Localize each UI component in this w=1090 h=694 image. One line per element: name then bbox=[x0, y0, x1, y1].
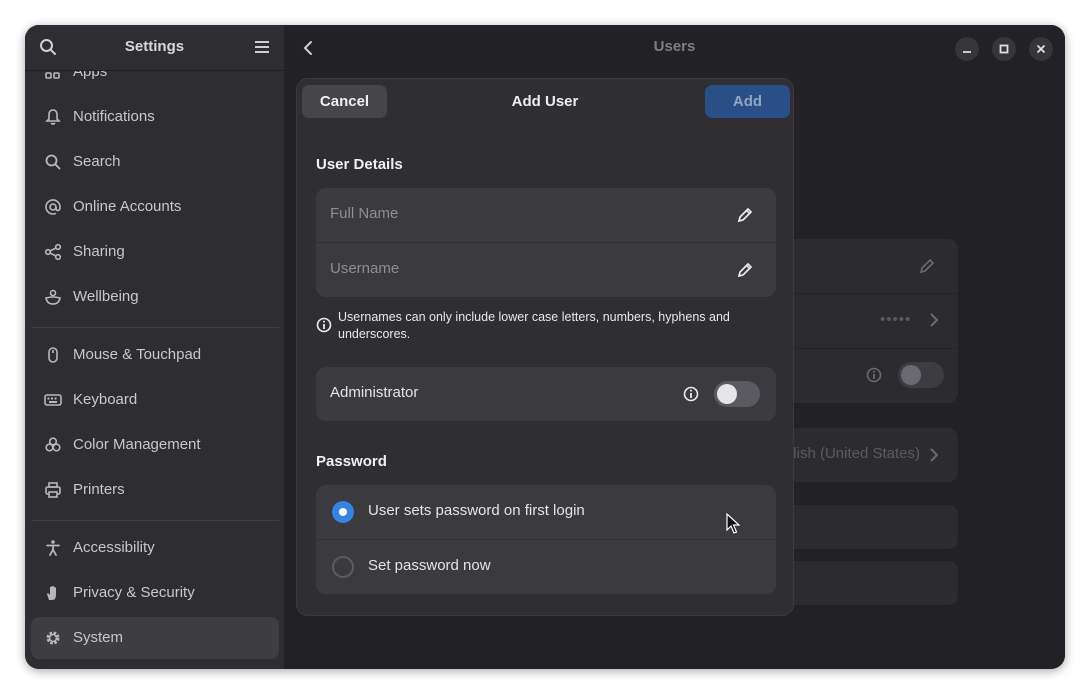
sidebar-divider bbox=[31, 520, 279, 521]
mouse-icon bbox=[48, 347, 58, 363]
password-option-set-now[interactable]: Set password now bbox=[316, 540, 776, 594]
pencil-icon[interactable] bbox=[918, 257, 936, 275]
password-option-first-login[interactable]: User sets password on first login bbox=[316, 485, 776, 539]
pencil-icon[interactable] bbox=[736, 261, 754, 279]
admin-toggle[interactable] bbox=[898, 362, 944, 388]
color-icon bbox=[45, 437, 61, 452]
bell-icon bbox=[45, 109, 61, 125]
add-button[interactable]: Add bbox=[705, 85, 790, 118]
sidebar-item-label: Wellbeing bbox=[73, 288, 139, 305]
radio-button[interactable] bbox=[332, 556, 354, 578]
full-name-placeholder: Full Name bbox=[330, 205, 399, 222]
sidebar-item-label: Accessibility bbox=[73, 539, 155, 556]
apps-icon bbox=[45, 72, 60, 79]
info-icon[interactable] bbox=[683, 386, 699, 402]
minimize-icon bbox=[963, 51, 971, 53]
sidebar-item-label: Online Accounts bbox=[73, 198, 182, 215]
sidebar-item-printers[interactable]: Printers bbox=[31, 469, 279, 511]
sidebar-item-notifications[interactable]: Notifications bbox=[31, 96, 279, 138]
toggle-knob bbox=[717, 384, 737, 404]
password-dots: ••••• bbox=[880, 311, 912, 328]
accessibility-icon bbox=[46, 540, 60, 556]
sidebar-header: Settings bbox=[25, 25, 284, 71]
sidebar-title: Settings bbox=[124, 38, 185, 55]
search-icon bbox=[45, 154, 61, 170]
sidebar-item-label: Color Management bbox=[73, 436, 201, 453]
sidebar-item-mouse-touchpad[interactable]: Mouse & Touchpad bbox=[31, 334, 279, 376]
username-hint: Usernames can only include lower case le… bbox=[338, 310, 730, 341]
password-heading: Password bbox=[316, 453, 387, 470]
sidebar: Settings Apps Notifications Search Onlin… bbox=[25, 25, 284, 669]
username-field[interactable]: Username bbox=[316, 243, 776, 297]
keyboard-icon bbox=[44, 394, 62, 406]
administrator-label: Administrator bbox=[330, 384, 419, 401]
sidebar-item-keyboard[interactable]: Keyboard bbox=[31, 379, 279, 421]
maximize-button[interactable] bbox=[992, 37, 1016, 61]
sidebar-item-label: Sharing bbox=[73, 243, 125, 260]
close-button[interactable] bbox=[1029, 37, 1053, 61]
sidebar-item-label: Mouse & Touchpad bbox=[73, 346, 202, 363]
language-value: lish (United States) bbox=[793, 445, 920, 462]
sidebar-item-label: Privacy & Security bbox=[73, 584, 195, 601]
menu-icon[interactable] bbox=[253, 38, 271, 56]
user-details-group: Full Name Username bbox=[316, 188, 776, 297]
administrator-toggle[interactable] bbox=[714, 381, 760, 407]
sidebar-item-wellbeing[interactable]: Wellbeing bbox=[31, 276, 279, 318]
sidebar-item-color-management[interactable]: Color Management bbox=[31, 424, 279, 466]
maximize-icon bbox=[999, 44, 1009, 54]
sidebar-item-apps[interactable]: Apps bbox=[31, 71, 279, 93]
administrator-row: Administrator bbox=[316, 367, 776, 421]
sidebar-item-label: Notifications bbox=[73, 108, 155, 125]
sidebar-item-search[interactable]: Search bbox=[31, 141, 279, 183]
user-details-heading: User Details bbox=[316, 156, 403, 173]
minimize-button[interactable] bbox=[955, 37, 979, 61]
chevron-right-icon[interactable] bbox=[928, 311, 940, 329]
add-user-dialog: Cancel Add User Add User Details Full Na… bbox=[296, 78, 794, 616]
sidebar-item-label: System bbox=[73, 629, 124, 646]
full-name-field[interactable]: Full Name bbox=[316, 188, 776, 242]
page-title: Users bbox=[653, 38, 696, 55]
sidebar-item-label: Search bbox=[73, 153, 121, 170]
username-placeholder: Username bbox=[330, 260, 400, 277]
radio-button-selected[interactable] bbox=[332, 501, 354, 523]
close-icon bbox=[1036, 44, 1046, 54]
sidebar-item-label: Keyboard bbox=[73, 391, 138, 408]
sidebar-item-system[interactable]: System bbox=[31, 617, 279, 659]
sidebar-item-accessibility[interactable]: Accessibility bbox=[31, 527, 279, 569]
printer-icon bbox=[45, 482, 61, 498]
share-icon bbox=[44, 243, 62, 261]
password-option-label: User sets password on first login bbox=[368, 502, 585, 519]
sidebar-item-sharing[interactable]: Sharing bbox=[31, 231, 279, 273]
pencil-icon[interactable] bbox=[736, 206, 754, 224]
wellbeing-icon bbox=[45, 289, 61, 305]
chevron-right-icon bbox=[930, 448, 939, 462]
info-icon bbox=[316, 317, 332, 333]
password-option-label: Set password now bbox=[368, 557, 491, 574]
sidebar-item-online-accounts[interactable]: Online Accounts bbox=[31, 186, 279, 228]
password-options-group: User sets password on first login Set pa… bbox=[316, 485, 776, 594]
sidebar-item-label: Printers bbox=[73, 481, 125, 498]
hand-icon bbox=[47, 586, 56, 600]
info-icon[interactable] bbox=[866, 367, 882, 383]
sidebar-item-privacy-security[interactable]: Privacy & Security bbox=[31, 572, 279, 614]
gear-icon bbox=[46, 631, 60, 645]
sidebar-item-label: Apps bbox=[73, 71, 108, 80]
sidebar-nav: Apps Notifications Search Online Account… bbox=[25, 71, 284, 669]
mouse-pointer-icon bbox=[726, 513, 740, 534]
at-sign-icon bbox=[45, 199, 61, 215]
sidebar-divider bbox=[31, 327, 279, 328]
